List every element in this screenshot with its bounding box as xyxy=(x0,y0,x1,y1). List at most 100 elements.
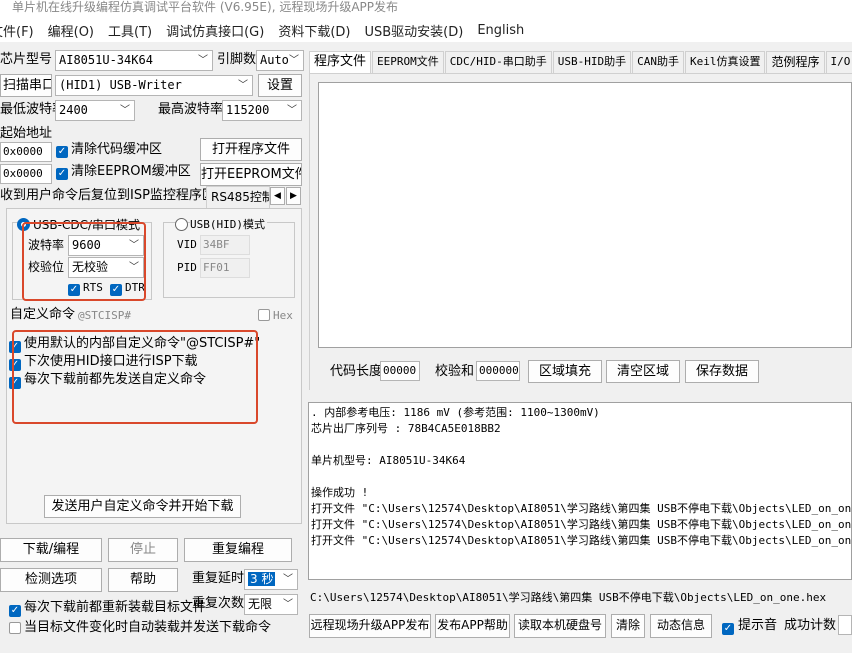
checkbox-empty-icon xyxy=(9,622,21,634)
code-length-label: 代码长度 xyxy=(330,364,383,379)
clear-area-button[interactable]: 清空区域 xyxy=(606,360,680,383)
log-line: 打开文件 "C:\Users\12574\Desktop\AI8051\学习路线… xyxy=(311,518,852,531)
code-length-value: 00000 xyxy=(380,361,420,381)
port-select[interactable]: (HID1) USB-Writer ﹀ xyxy=(55,75,253,96)
min-baud-select[interactable]: 2400 ﹀ xyxy=(55,100,135,121)
log-output[interactable]: . 内部参考电压: 1186 mV (参考范围: 1100~1300mV) 芯片… xyxy=(308,402,852,580)
menu-bar: 文件(F) 编程(O) 工具(T) 调试仿真接口(G) 资料下载(D) USB驱… xyxy=(0,18,852,42)
cdc-highlight-box xyxy=(22,222,146,301)
radio-unselected-icon xyxy=(175,218,188,231)
send-custom-command-button[interactable]: 发送用户自定义命令并开始下载 xyxy=(44,495,241,518)
checkmark-icon: ✓ xyxy=(56,168,68,180)
tab-io[interactable]: I/O xyxy=(825,51,852,73)
tab-examples[interactable]: 范例程序 xyxy=(766,51,825,73)
tab-eeprom-file[interactable]: EEPROM文件 xyxy=(372,51,444,73)
chevron-down-icon: ﹀ xyxy=(238,80,248,91)
menu-usb-driver[interactable]: USB驱动安装(D) xyxy=(364,21,463,40)
dynamic-info-button[interactable]: 动态信息 xyxy=(650,614,712,638)
log-line: . 内部参考电压: 1186 mV (参考范围: 1100~1300mV) xyxy=(311,406,600,419)
tab-can-assistant[interactable]: CAN助手 xyxy=(632,51,684,73)
stop-button[interactable]: 停止 xyxy=(108,538,178,562)
chip-model-value: AI8051U-34K64 xyxy=(59,53,153,67)
menu-tools[interactable]: 工具(T) xyxy=(108,21,152,40)
max-baud-select[interactable]: 115200 ﹀ xyxy=(222,100,302,121)
log-line: 打开文件 "C:\Users\12574\Desktop\AI8051\学习路线… xyxy=(311,534,852,547)
settings-button[interactable]: 设置 xyxy=(258,74,302,97)
checkmark-icon: ✓ xyxy=(56,146,68,158)
hex-checkbox[interactable] xyxy=(258,309,270,324)
tab-serial-assistant[interactable]: CDC/HID-串口助手 xyxy=(444,51,552,73)
vid-label: VID xyxy=(177,238,197,251)
save-data-button[interactable]: 保存数据 xyxy=(685,360,759,383)
hid-mode-label: USB(HID)模式 xyxy=(190,216,267,234)
repeat-delay-select[interactable]: 3 秒 ﹀ xyxy=(244,569,298,590)
publish-app-help-button[interactable]: 发布APP帮助 xyxy=(435,614,510,638)
pid-input[interactable]: FF01 xyxy=(200,258,250,278)
check-options-button[interactable]: 检测选项 xyxy=(0,568,102,592)
beep-checkbox[interactable]: ✓ xyxy=(722,620,734,635)
reload-each-label: 每次下载前都重新装载目标文件 xyxy=(24,600,207,615)
rs485-tab[interactable]: RS485控制 xyxy=(206,186,274,208)
tab-scroll-left-button[interactable]: ◀ xyxy=(270,187,285,205)
pin-count-select[interactable]: Auto ﹀ xyxy=(256,50,304,71)
download-program-button[interactable]: 下载/编程 xyxy=(0,538,102,562)
menu-english[interactable]: English xyxy=(477,23,524,38)
scan-port-button[interactable]: 扫描串口 xyxy=(0,74,52,97)
chevron-down-icon: ﹀ xyxy=(287,105,297,116)
auto-reload-label: 当目标文件变化时自动装载并发送下载命令 xyxy=(24,620,272,635)
help-button[interactable]: 帮助 xyxy=(108,568,178,592)
open-program-button[interactable]: 打开程序文件 xyxy=(200,138,302,161)
hid-mode-radio[interactable] xyxy=(175,218,188,234)
repeat-count-select[interactable]: 无限 ﹀ xyxy=(244,594,298,615)
max-baud-label: 最高波特率 xyxy=(158,102,224,117)
tab-usb-hid-assistant[interactable]: USB-HID助手 xyxy=(552,51,632,73)
chip-model-label: 芯片型号 xyxy=(0,52,53,67)
window-title: 单片机在线升级编程仿真调试平台软件 (V6.95E), 远程现场升级APP发布 xyxy=(0,0,852,18)
code-address-input[interactable]: 0x0000 xyxy=(0,142,52,162)
repeat-delay-value: 3 秒 xyxy=(248,572,276,586)
clear-log-button[interactable]: 清除 xyxy=(611,614,645,638)
tab-program-file[interactable]: 程序文件 xyxy=(309,51,372,73)
repeat-program-button[interactable]: 重复编程 xyxy=(184,538,292,562)
open-eeprom-button[interactable]: 打开EEPROM文件 xyxy=(200,163,302,186)
clear-code-label: 清除代码缓冲区 xyxy=(71,142,163,157)
beep-label: 提示音 xyxy=(738,618,778,633)
menu-program[interactable]: 编程(O) xyxy=(48,21,94,40)
chevron-down-icon: ﹀ xyxy=(198,55,208,66)
auto-reload-checkbox[interactable] xyxy=(9,622,21,637)
vid-input[interactable]: 34BF xyxy=(200,235,250,255)
chip-model-select[interactable]: AI8051U-34K64 ﹀ xyxy=(55,50,213,71)
read-disk-id-button[interactable]: 读取本机硬盘号 xyxy=(514,614,606,638)
chevron-down-icon: ﹀ xyxy=(283,599,293,610)
isp-reset-tab[interactable]: 收到用户命令后复位到ISP监控程序区 xyxy=(0,187,215,205)
clear-code-checkbox[interactable]: ✓ xyxy=(56,143,68,158)
menu-file[interactable]: 文件(F) xyxy=(0,21,34,40)
file-path-bar: C:\Users\12574\Desktop\AI8051\学习路线\第四集 U… xyxy=(310,591,827,604)
repeat-delay-label: 重复延时 xyxy=(192,571,245,586)
custom-command-input[interactable]: @STCISP# xyxy=(78,307,131,325)
publish-remote-app-button[interactable]: 远程现场升级APP发布 xyxy=(309,614,431,638)
max-baud-value: 115200 xyxy=(226,103,270,117)
menu-debug[interactable]: 调试仿真接口(G) xyxy=(166,21,264,40)
custom-command-label: 自定义命令 xyxy=(10,307,76,322)
log-line: 单片机型号: AI8051U-34K64 xyxy=(311,454,466,467)
pin-count-label: 引脚数 xyxy=(217,52,257,67)
eeprom-address-input[interactable]: 0x0000 xyxy=(0,164,52,184)
tab-keil-settings[interactable]: Keil仿真设置 xyxy=(684,51,766,73)
checkmark-icon: ✓ xyxy=(722,623,734,635)
clear-eeprom-checkbox[interactable]: ✓ xyxy=(56,165,68,180)
fill-area-button[interactable]: 区域填充 xyxy=(528,360,602,383)
chevron-down-icon: ﹀ xyxy=(283,574,293,585)
reload-each-checkbox[interactable]: ✓ xyxy=(9,602,21,617)
start-address-label: 起始地址 xyxy=(0,126,53,141)
repeat-count-value: 无限 xyxy=(248,597,273,611)
log-line: 打开文件 "C:\Users\12574\Desktop\AI8051\学习路线… xyxy=(311,502,852,515)
hex-data-area[interactable] xyxy=(318,82,852,348)
pin-count-value: Auto xyxy=(260,53,289,67)
menu-resources[interactable]: 资料下载(D) xyxy=(278,21,350,40)
tab-scroll-right-button[interactable]: ▶ xyxy=(286,187,301,205)
tab-bar: 程序文件 EEPROM文件 CDC/HID-串口助手 USB-HID助手 CAN… xyxy=(309,50,852,74)
checksum-value: 000000 xyxy=(476,361,520,381)
